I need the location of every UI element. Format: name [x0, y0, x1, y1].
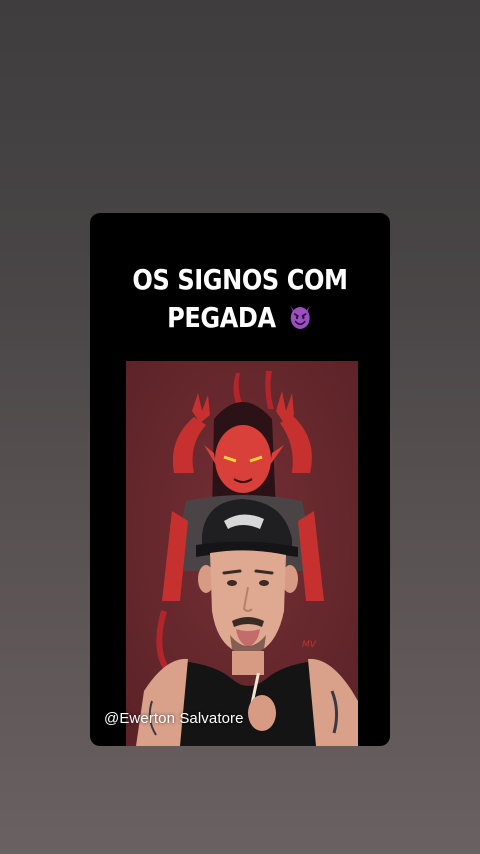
story-card[interactable]: OS SIGNOS COM PEGADA MV @Ewerton Salvato…	[90, 213, 390, 746]
video-frame[interactable]: MV	[126, 361, 358, 746]
story-title: OS SIGNOS COM PEGADA	[111, 261, 369, 337]
title-line-2-text: PEGADA	[167, 301, 276, 334]
svg-text:MV: MV	[302, 640, 317, 650]
smiling-devil-emoji-icon	[290, 306, 310, 329]
title-line-2: PEGADA	[111, 299, 369, 337]
creator-watermark: @Ewerton Salvatore	[104, 710, 244, 727]
title-line-1: OS SIGNOS COM	[132, 263, 348, 296]
video-scene-illustration: MV	[126, 361, 358, 746]
